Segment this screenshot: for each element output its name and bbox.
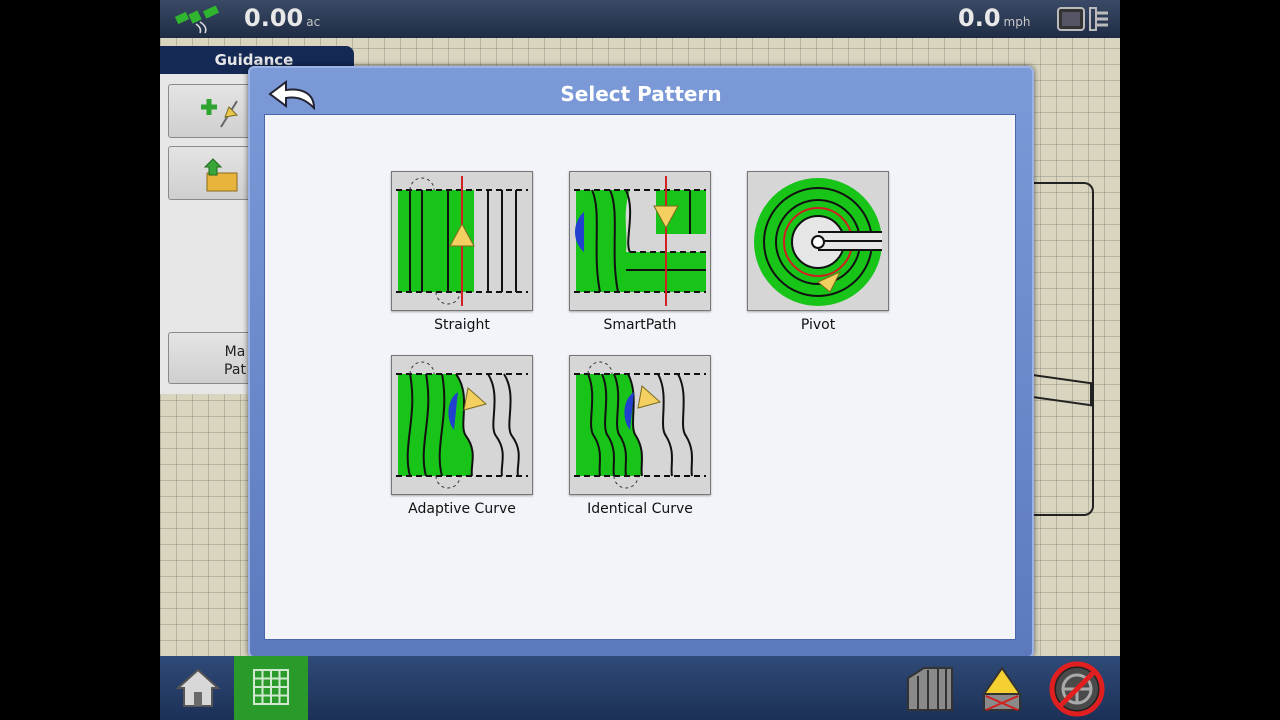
pattern-label: Straight	[434, 317, 490, 333]
manage-btn-line2: Pat	[224, 362, 246, 378]
dialog-title: Select Pattern	[560, 82, 722, 106]
load-folder-icon	[203, 158, 238, 192]
gps-icon[interactable]	[170, 6, 226, 34]
straight-thumbnail	[391, 171, 533, 311]
bottom-bar	[160, 656, 1120, 720]
pattern-label: Identical Curve	[587, 501, 693, 517]
add-guidance-icon	[201, 99, 239, 128]
area-unit: ac	[306, 15, 321, 29]
pattern-smartpath[interactable]: SmartPath	[569, 171, 711, 333]
pattern-adaptive-curve[interactable]: Adaptive Curve	[391, 355, 533, 517]
manage-btn-line1: Ma	[224, 344, 246, 360]
status-bar: 0.00 ac 0.0 mph	[160, 0, 1120, 38]
area-readout: 0.00 ac	[244, 4, 320, 32]
map-grid-button[interactable]	[234, 656, 308, 720]
speed-readout: 0.0 mph	[958, 4, 1030, 32]
pivot-thumbnail	[747, 171, 889, 311]
screen-toggle-icon[interactable]	[1056, 5, 1112, 33]
pattern-grid: Straight SmartPath Pivot Adaptive Curve …	[264, 114, 1016, 640]
warning-icon[interactable]	[976, 664, 1028, 714]
pattern-label: Adaptive Curve	[408, 501, 516, 517]
display-screen: 0.00 ac 0.0 mph Guidance Ma Pat Select P…	[160, 0, 1120, 720]
smartpath-thumbnail	[569, 171, 711, 311]
field-boundary	[1030, 182, 1094, 516]
identical-curve-thumbnail	[569, 355, 711, 495]
home-icon[interactable]	[174, 666, 222, 710]
steering-disabled-icon[interactable]	[1048, 660, 1106, 718]
pattern-straight[interactable]: Straight	[391, 171, 533, 333]
speed-value: 0.0	[958, 4, 1001, 32]
adaptive-curve-thumbnail	[391, 355, 533, 495]
load-guidance-button[interactable]	[168, 146, 254, 200]
pattern-label: Pivot	[800, 317, 836, 333]
select-pattern-dialog: Select Pattern Straight SmartPath Pivot …	[248, 66, 1034, 658]
pattern-pivot[interactable]: Pivot	[747, 171, 889, 333]
implement-icon[interactable]	[904, 664, 956, 714]
map-grid-icon	[253, 669, 289, 705]
guidance-panel: Ma Pat	[160, 74, 260, 394]
area-value: 0.00	[244, 4, 304, 32]
pattern-identical-curve[interactable]: Identical Curve	[569, 355, 711, 517]
manage-patterns-button[interactable]: Ma Pat	[168, 332, 252, 384]
add-guidance-button[interactable]	[168, 84, 254, 138]
pattern-label: SmartPath	[603, 317, 677, 333]
speed-unit: mph	[1003, 15, 1031, 29]
